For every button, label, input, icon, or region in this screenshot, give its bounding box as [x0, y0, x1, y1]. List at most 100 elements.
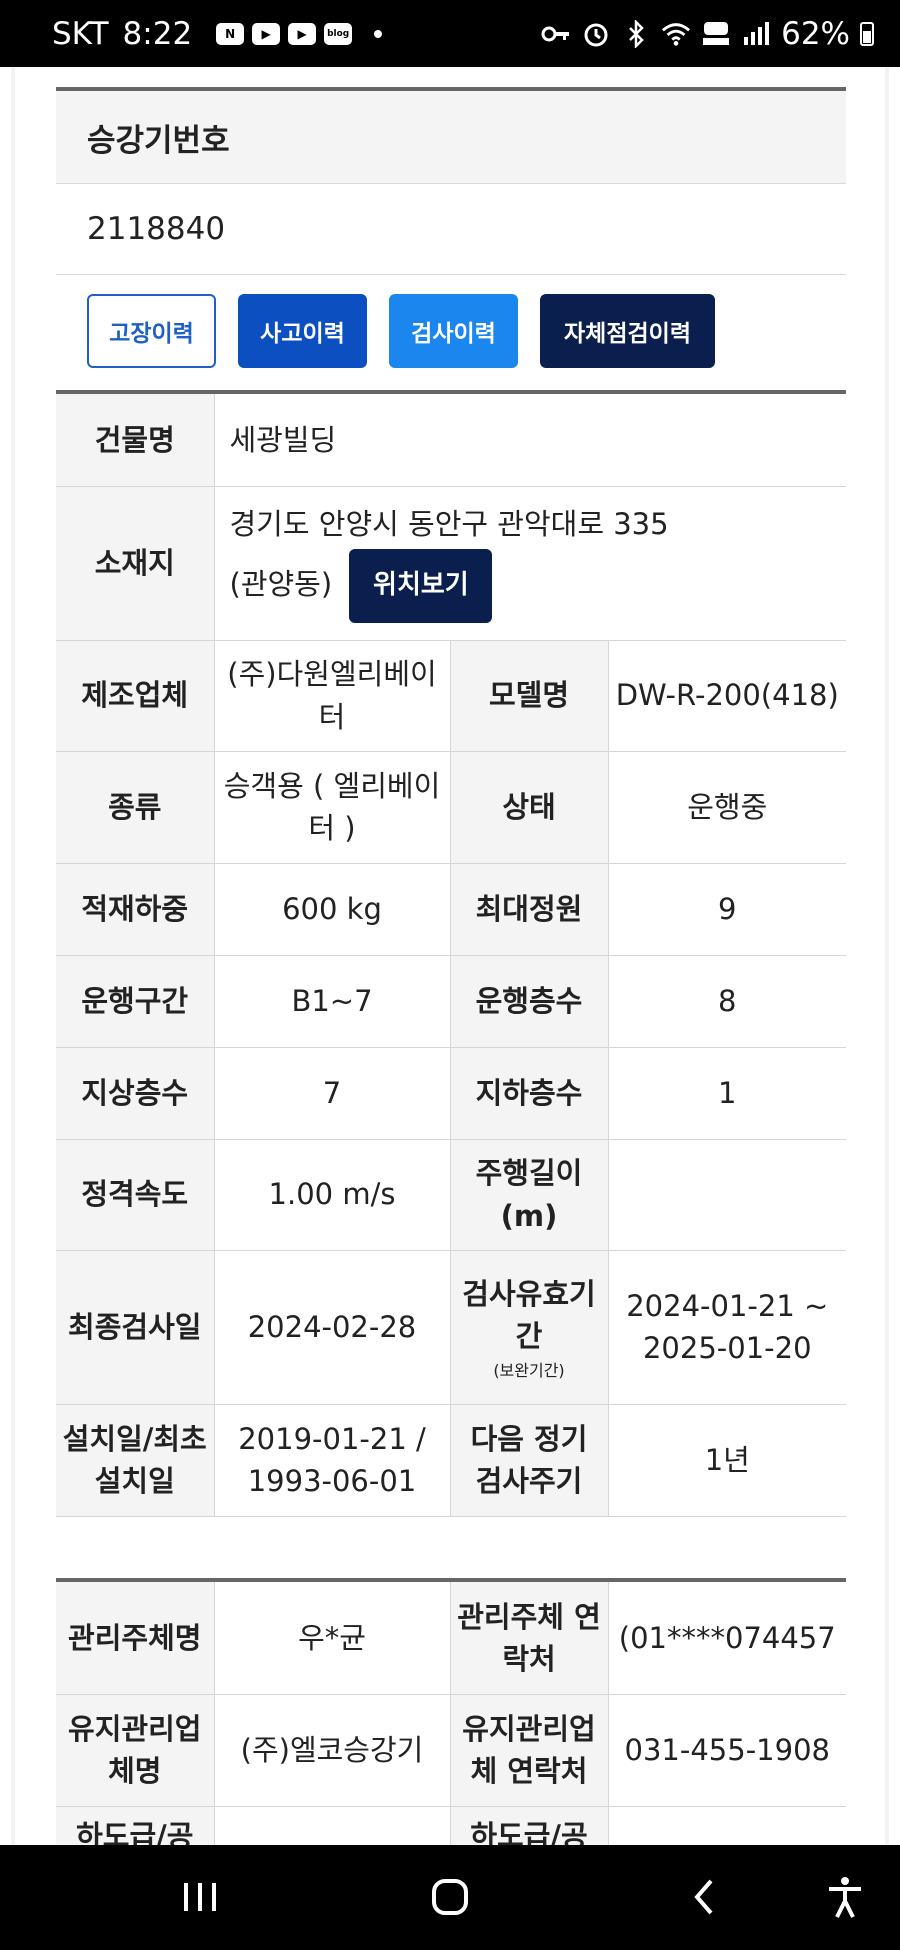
- maintenance-contact-label: 유지관리업체 연락처: [450, 1694, 609, 1807]
- blog-icon: blog: [324, 22, 353, 45]
- state-label: 상태: [450, 751, 609, 864]
- manufacturer-label: 제조업체: [56, 640, 215, 752]
- valid-period-value: 2024-01-21 ~ 2025-01-20: [608, 1250, 847, 1405]
- subcontract-value-1: [214, 1806, 451, 1845]
- state-value: 운행중: [608, 751, 847, 864]
- table-row: 건물명 세광빌딩: [56, 394, 847, 487]
- elevator-number-value: 2118840: [56, 184, 846, 275]
- elevator-number-panel: 승강기번호 2118840 고장이력 사고이력 검사이력 자체점검이력: [56, 87, 846, 387]
- table-row: 지상층수 7 지하층수 1: [56, 1047, 847, 1140]
- table-row: 최종검사일 2024-02-28 검사유효기간 (보완기간) 2024-01-2…: [56, 1250, 847, 1405]
- maintenance-company-label: 유지관리업체명: [56, 1694, 215, 1807]
- section-label: 운행구간: [56, 955, 215, 1048]
- table-row: 운행구간 B1~7 운행층수 8: [56, 955, 847, 1048]
- accident-history-button[interactable]: 사고이력: [238, 294, 367, 368]
- location-label: 소재지: [56, 486, 215, 641]
- notification-icons: N ▶ ▶ blog: [216, 22, 353, 45]
- management-table-wrap: 관리주체명 우*균 관리주체 연락처 (01****074457 유지관리업체명…: [56, 1578, 846, 1845]
- table-row: 관리주체명 우*균 관리주체 연락처 (01****074457: [56, 1582, 846, 1695]
- key-icon: [541, 19, 571, 49]
- floors-value: 8: [608, 955, 847, 1048]
- subcontract-label-2: 하도급/공: [450, 1806, 609, 1845]
- travel-length-value: [608, 1139, 847, 1251]
- naver-icon: N: [216, 22, 245, 45]
- back-icon: [694, 1879, 713, 1915]
- bluetooth-icon: [621, 19, 651, 49]
- status-bar: SKT 8:22 N ▶ ▶ blog 62%: [0, 0, 900, 67]
- rated-speed-label: 정격속도: [56, 1139, 215, 1251]
- above-ground-floors-label: 지상층수: [56, 1047, 215, 1140]
- battery-percent: 62%: [781, 15, 850, 52]
- type-value: 승객용 ( 엘리베이터 ): [214, 751, 451, 864]
- valid-period-label-cell: 검사유효기간 (보완기간): [450, 1250, 609, 1405]
- left-edge-rule: [11, 67, 15, 1845]
- view-location-button[interactable]: 위치보기: [349, 549, 493, 624]
- maintenance-company-value: (주)엘코승강기: [214, 1694, 451, 1807]
- building-name-label: 건물명: [56, 394, 215, 487]
- table-row: 제조업체 (주)다원엘리베이터 모델명 DW-R-200(418): [56, 640, 847, 752]
- building-name-value: 세광빌딩: [214, 394, 847, 487]
- accessibility-button[interactable]: [815, 1867, 875, 1927]
- subcontract-label-1: 하도급/공: [56, 1806, 215, 1845]
- youtube-icon: ▶: [252, 22, 281, 45]
- above-ground-floors-value: 7: [214, 1047, 451, 1140]
- capacity-value: 9: [608, 863, 847, 956]
- table-row: 종류 승객용 ( 엘리베이터 ) 상태 운행중: [56, 751, 847, 864]
- model-label: 모델명: [450, 640, 609, 752]
- location-cell: 경기도 안양시 동안구 관악대로 335 (관양동) 위치보기: [214, 486, 847, 641]
- table-row: 소재지 경기도 안양시 동안구 관악대로 335 (관양동) 위치보기: [56, 486, 847, 641]
- type-label: 종류: [56, 751, 215, 864]
- history-button-row: 고장이력 사고이력 검사이력 자체점검이력: [56, 275, 846, 387]
- home-button[interactable]: [420, 1867, 480, 1927]
- model-value: DW-R-200(418): [608, 640, 847, 752]
- underground-floors-label: 지하층수: [450, 1047, 609, 1140]
- fault-history-button[interactable]: 고장이력: [87, 294, 216, 368]
- hd-voice-icon: [701, 19, 731, 49]
- inspection-history-button[interactable]: 검사이력: [389, 294, 518, 368]
- owner-contact-label: 관리주체 연락처: [450, 1582, 609, 1695]
- floors-label: 운행층수: [450, 955, 609, 1048]
- right-edge-rule: [885, 67, 889, 1845]
- next-inspection-cycle-label: 다음 정기 검사주기: [450, 1404, 609, 1517]
- battery-icon: [860, 21, 874, 46]
- capacity-label: 최대정원: [450, 863, 609, 956]
- youtube-icon: ▶: [288, 22, 317, 45]
- wifi-icon: [661, 19, 691, 49]
- valid-period-note: (보완기간): [493, 1361, 565, 1381]
- install-date-label: 설치일/최초설치일: [56, 1404, 215, 1517]
- self-check-history-button[interactable]: 자체점검이력: [540, 294, 715, 368]
- subcontract-value-2: [608, 1806, 846, 1845]
- elevator-info-table: 건물명 세광빌딩 소재지 경기도 안양시 동안구 관악대로 335 (관양동) …: [56, 394, 847, 1517]
- owner-contact-value: (01****074457: [608, 1582, 846, 1695]
- more-notifications-dot-icon: [374, 29, 383, 38]
- status-right: 62%: [541, 16, 874, 52]
- last-inspection-label: 최종검사일: [56, 1250, 215, 1405]
- alarm-icon: [581, 19, 611, 49]
- table-row: 하도급/공 하도급/공: [56, 1806, 846, 1845]
- rated-speed-value: 1.00 m/s: [214, 1139, 451, 1251]
- page-content[interactable]: 승강기번호 2118840 고장이력 사고이력 검사이력 자체점검이력 건물명 …: [0, 67, 900, 1845]
- status-left: SKT 8:22 N ▶ ▶ blog: [52, 15, 383, 52]
- home-icon: [432, 1879, 468, 1915]
- carrier-label: SKT: [52, 15, 109, 52]
- back-button[interactable]: [674, 1867, 734, 1927]
- table-row: 적재하중 600 kg 최대정원 9: [56, 863, 847, 956]
- recent-apps-button[interactable]: [170, 1867, 230, 1927]
- management-table: 관리주체명 우*균 관리주체 연락처 (01****074457 유지관리업체명…: [56, 1582, 846, 1845]
- load-label: 적재하중: [56, 863, 215, 956]
- elevator-info-table-wrap: 건물명 세광빌딩 소재지 경기도 안양시 동안구 관악대로 335 (관양동) …: [56, 390, 847, 1517]
- status-time: 8:22: [122, 15, 193, 52]
- install-date-value: 2019-01-21 / 1993-06-01: [214, 1404, 451, 1517]
- section-value: B1~7: [214, 955, 451, 1048]
- navigation-bar: [0, 1845, 900, 1950]
- accessibility-icon: [829, 1877, 861, 1918]
- underground-floors-value: 1: [608, 1047, 847, 1140]
- valid-period-label: 검사유효기간: [462, 1277, 596, 1354]
- table-row: 설치일/최초설치일 2019-01-21 / 1993-06-01 다음 정기 …: [56, 1404, 847, 1517]
- manufacturer-value: (주)다원엘리베이터: [214, 640, 451, 752]
- table-row: 정격속도 1.00 m/s 주행길이(m): [56, 1139, 847, 1251]
- next-inspection-cycle-value: 1년: [608, 1404, 847, 1517]
- maintenance-contact-value: 031-455-1908: [608, 1694, 846, 1807]
- travel-length-label: 주행길이(m): [450, 1139, 609, 1251]
- table-row: 유지관리업체명 (주)엘코승강기 유지관리업체 연락처 031-455-1908: [56, 1694, 846, 1807]
